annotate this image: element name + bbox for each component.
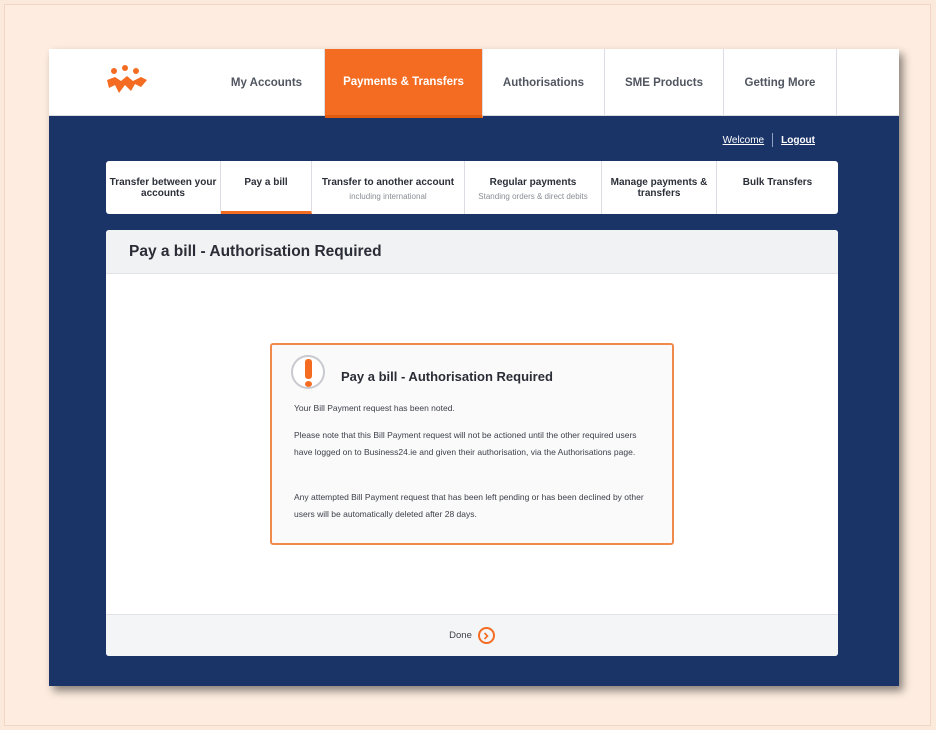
user-links: Welcome Logout (723, 133, 815, 147)
subtab-pay-a-bill[interactable]: Pay a bill (221, 161, 312, 214)
subtab-title: Manage payments & transfers (610, 177, 708, 199)
browser-window: My Accounts Payments & Transfers Authori… (49, 49, 899, 686)
subtab-title: Regular payments (489, 177, 577, 188)
nav-sme-products[interactable]: SME Products (605, 49, 724, 116)
subtab-transfer-another-account[interactable]: Transfer to another account including in… (312, 161, 465, 214)
subtab-subtitle: including international (349, 192, 427, 201)
subtab-title: Pay a bill (244, 177, 288, 188)
top-navigation: My Accounts Payments & Transfers Authori… (49, 49, 899, 118)
subtab-title: Transfer between your accounts (109, 177, 217, 199)
nav-authorisations[interactable]: Authorisations (483, 49, 605, 116)
logo-icon[interactable] (105, 65, 149, 101)
alert-message-authorisation: Please note that this Bill Payment reque… (294, 430, 637, 457)
panel-header: Pay a bill - Authorisation Required (106, 230, 838, 274)
divider (772, 133, 774, 147)
exclamation-icon (291, 355, 325, 389)
welcome-link[interactable]: Welcome (723, 135, 765, 146)
nav-getting-more[interactable]: Getting More (724, 49, 837, 116)
alert-message-expiry: Any attempted Bill Payment request that … (294, 492, 644, 519)
subtab-manage-payments[interactable]: Manage payments & transfers (602, 161, 717, 214)
subtab-subtitle: Standing orders & direct debits (478, 192, 588, 201)
alert-message-noted: Your Bill Payment request has been noted… (294, 403, 455, 413)
subtab-bulk-transfers[interactable]: Bulk Transfers (717, 161, 838, 214)
subtab-transfer-between-accounts[interactable]: Transfer between your accounts (106, 161, 221, 214)
subtab-title: Transfer to another account (321, 177, 455, 188)
logout-link[interactable]: Logout (781, 135, 815, 146)
subtab-title: Bulk Transfers (742, 177, 813, 188)
panel-footer: Done (106, 614, 838, 656)
page-title: Pay a bill - Authorisation Required (129, 243, 382, 260)
sub-tabs: Transfer between your accounts Pay a bil… (106, 161, 838, 214)
alert-title: Pay a bill - Authorisation Required (341, 369, 553, 384)
nav-my-accounts[interactable]: My Accounts (209, 49, 325, 116)
nav-payments-transfers[interactable]: Payments & Transfers (325, 49, 483, 118)
chevron-right-icon (477, 627, 495, 644)
done-label: Done (449, 630, 472, 641)
authorisation-alert: Pay a bill - Authorisation Required Your… (270, 343, 674, 545)
content-panel: Pay a bill - Authorisation Required Pay … (106, 230, 838, 656)
done-button[interactable]: Done (449, 627, 495, 644)
subtab-regular-payments[interactable]: Regular payments Standing orders & direc… (465, 161, 602, 214)
